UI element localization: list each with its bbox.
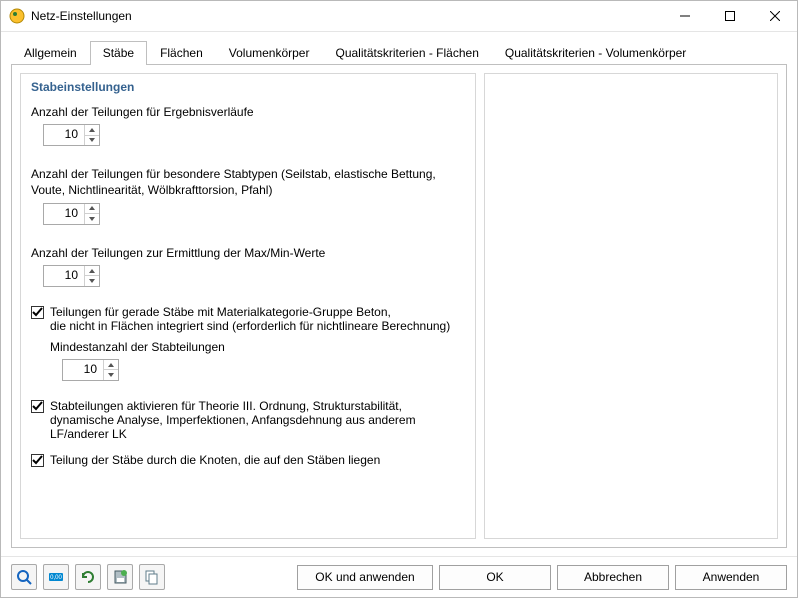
dialog-window: Netz-Einstellungen Allgemein Stäbe Fläch… — [0, 0, 798, 598]
input-divisions-special[interactable]: 10 — [43, 203, 100, 225]
stepper-down-icon[interactable] — [104, 370, 118, 380]
preview-panel — [484, 73, 778, 539]
stepper-down-icon[interactable] — [85, 276, 99, 286]
tab-allgemein[interactable]: Allgemein — [11, 41, 90, 65]
checkbox-icon[interactable] — [31, 400, 44, 413]
value-divisions-special[interactable]: 10 — [44, 204, 84, 224]
checkbox-icon[interactable] — [31, 454, 44, 467]
stepper-up-icon[interactable] — [104, 360, 118, 371]
maximize-button[interactable] — [707, 2, 752, 31]
label-concrete-min: Mindestanzahl der Stabteilungen — [50, 339, 465, 355]
settings-panel: Stabeinstellungen Anzahl der Teilungen f… — [20, 73, 476, 539]
stepper-up-icon[interactable] — [85, 204, 99, 215]
stepper-up-icon[interactable] — [85, 266, 99, 277]
tab-qualitaet-flaechen[interactable]: Qualitätskriterien - Flächen — [322, 41, 491, 65]
ok-apply-button[interactable]: OK und anwenden — [297, 565, 433, 590]
units-button[interactable]: 0,00 — [43, 564, 69, 590]
input-divisions-results[interactable]: 10 — [43, 124, 100, 146]
check-nodes-label: Teilung der Stäbe durch die Knoten, die … — [50, 453, 380, 467]
input-concrete-min[interactable]: 10 — [62, 359, 119, 381]
titlebar: Netz-Einstellungen — [1, 1, 797, 32]
value-divisions-maxmin[interactable]: 10 — [44, 266, 84, 286]
input-divisions-maxmin[interactable]: 10 — [43, 265, 100, 287]
minimize-button[interactable] — [662, 2, 707, 31]
app-icon — [9, 8, 25, 24]
cancel-button[interactable]: Abbrechen — [557, 565, 669, 590]
check-concrete-divisions[interactable]: Teilungen für gerade Stäbe mit Materialk… — [31, 305, 465, 333]
stepper-up-icon[interactable] — [85, 125, 99, 136]
value-concrete-min[interactable]: 10 — [63, 360, 103, 380]
tab-qualitaet-volumen[interactable]: Qualitätskriterien - Volumenkörper — [492, 41, 699, 65]
help-button[interactable] — [11, 564, 37, 590]
copy-button[interactable] — [139, 564, 165, 590]
label-divisions-special: Anzahl der Teilungen für besondere Stabt… — [31, 166, 451, 198]
check-nodes-on-members[interactable]: Teilung der Stäbe durch die Knoten, die … — [31, 453, 465, 467]
label-divisions-maxmin: Anzahl der Teilungen zur Ermittlung der … — [31, 245, 465, 261]
label-divisions-results: Anzahl der Teilungen für Ergebnisverläuf… — [31, 104, 465, 120]
close-button[interactable] — [752, 2, 797, 31]
stepper-down-icon[interactable] — [85, 136, 99, 146]
refresh-button[interactable] — [75, 564, 101, 590]
check-theory3-label: Stabteilungen aktivieren für Theorie III… — [50, 399, 465, 441]
check-concrete-label: Teilungen für gerade Stäbe mit Materialk… — [50, 305, 450, 333]
stepper-down-icon[interactable] — [85, 214, 99, 224]
tabstrip: Allgemein Stäbe Flächen Volumenkörper Qu… — [1, 32, 797, 64]
svg-text:0,00: 0,00 — [50, 575, 62, 581]
value-divisions-results[interactable]: 10 — [44, 125, 84, 145]
apply-button[interactable]: Anwenden — [675, 565, 787, 590]
ok-button[interactable]: OK — [439, 565, 551, 590]
tab-volumenkoerper[interactable]: Volumenkörper — [216, 41, 323, 65]
tab-flaechen[interactable]: Flächen — [147, 41, 216, 65]
checkbox-icon[interactable] — [31, 306, 44, 319]
footer: 0,00 OK und anwenden OK Abbrechen Anwend… — [1, 556, 797, 597]
group-heading: Stabeinstellungen — [31, 80, 465, 94]
save-button[interactable] — [107, 564, 133, 590]
tab-body: Stabeinstellungen Anzahl der Teilungen f… — [11, 64, 787, 548]
window-title: Netz-Einstellungen — [31, 9, 132, 23]
tab-staebe[interactable]: Stäbe — [90, 41, 147, 65]
check-theory3[interactable]: Stabteilungen aktivieren für Theorie III… — [31, 399, 465, 441]
